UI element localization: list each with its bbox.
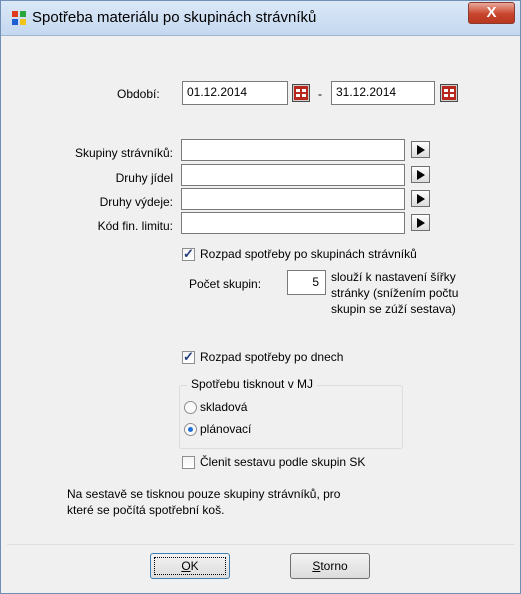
play-arrow-icon <box>417 170 425 180</box>
split-by-days-label[interactable]: Rozpad spotřeby po dnech <box>200 350 343 364</box>
unit-groupbox <box>179 385 403 449</box>
cancel-button[interactable]: Storno <box>290 553 370 579</box>
group-count-hint-1: slouží k nastavení šířky <box>331 270 456 284</box>
calendar-from-icon[interactable] <box>292 84 310 102</box>
meal-types-picker-button[interactable] <box>411 166 430 183</box>
meal-types-input[interactable] <box>181 164 405 186</box>
by-sk-label[interactable]: Členit sestavu podle skupin SK <box>200 455 365 469</box>
period-from-input[interactable]: 01.12.2014 <box>182 81 288 105</box>
calendar-to-icon[interactable] <box>440 84 458 102</box>
fin-limit-label: Kód fin. limitu: <box>97 219 173 233</box>
title-bar[interactable]: Spotřeba materiálu po skupinách strávník… <box>1 1 520 36</box>
unit-stock-label[interactable]: skladová <box>200 400 247 414</box>
fin-limit-input[interactable] <box>181 212 405 234</box>
unit-stock-radio[interactable] <box>184 401 197 414</box>
cancel-button-label: Storno <box>312 559 348 573</box>
unit-planned-label[interactable]: plánovací <box>200 422 251 436</box>
group-count-hint-3: skupin se zúží sestava) <box>331 302 456 316</box>
split-by-days-checkbox[interactable] <box>182 349 195 365</box>
focus-rect <box>154 557 226 575</box>
divider <box>7 544 514 545</box>
app-icon <box>12 11 26 25</box>
dialog-window: Spotřeba materiálu po skupinách strávník… <box>0 0 521 594</box>
by-sk-checkbox[interactable] <box>182 456 195 469</box>
play-arrow-icon <box>417 218 425 228</box>
play-arrow-icon <box>417 145 425 155</box>
period-label: Období: <box>117 87 160 101</box>
close-icon: X <box>486 4 497 21</box>
split-by-groups-checkbox[interactable] <box>182 246 195 262</box>
split-by-groups-label[interactable]: Rozpad spotřeby po skupinách strávníků <box>200 247 417 261</box>
period-separator: - <box>318 87 322 101</box>
groups-input[interactable] <box>181 139 405 161</box>
fin-limit-picker-button[interactable] <box>411 214 430 231</box>
groups-picker-button[interactable] <box>411 141 430 158</box>
meal-types-label: Druhy jídel <box>115 171 173 185</box>
groups-label: Skupiny strávníků: <box>74 146 173 160</box>
issue-types-label: Druhy výdeje: <box>99 195 173 209</box>
note-line-2: které se počítá spotřební koš. <box>67 503 225 517</box>
unit-groupbox-title: Spotřebu tisknout v MJ <box>187 377 318 391</box>
window-title: Spotřeba materiálu po skupinách strávník… <box>32 9 317 26</box>
group-count-label: Počet skupin: <box>189 277 262 291</box>
play-arrow-icon <box>417 194 425 204</box>
dialog-content: Období: 01.12.2014 - 31.12.2014 Skupiny … <box>7 36 514 587</box>
group-count-hint-2: stránky (snížením počtu <box>331 286 459 300</box>
issue-types-picker-button[interactable] <box>411 190 430 207</box>
ok-button[interactable]: OK <box>150 553 230 579</box>
group-count-input[interactable]: 5 <box>287 270 326 295</box>
issue-types-input[interactable] <box>181 188 405 210</box>
unit-planned-radio[interactable] <box>184 423 197 436</box>
note-line-1: Na sestavě se tisknou pouze skupiny strá… <box>67 487 341 501</box>
period-to-input[interactable]: 31.12.2014 <box>331 81 435 105</box>
close-button[interactable]: X <box>468 2 515 24</box>
